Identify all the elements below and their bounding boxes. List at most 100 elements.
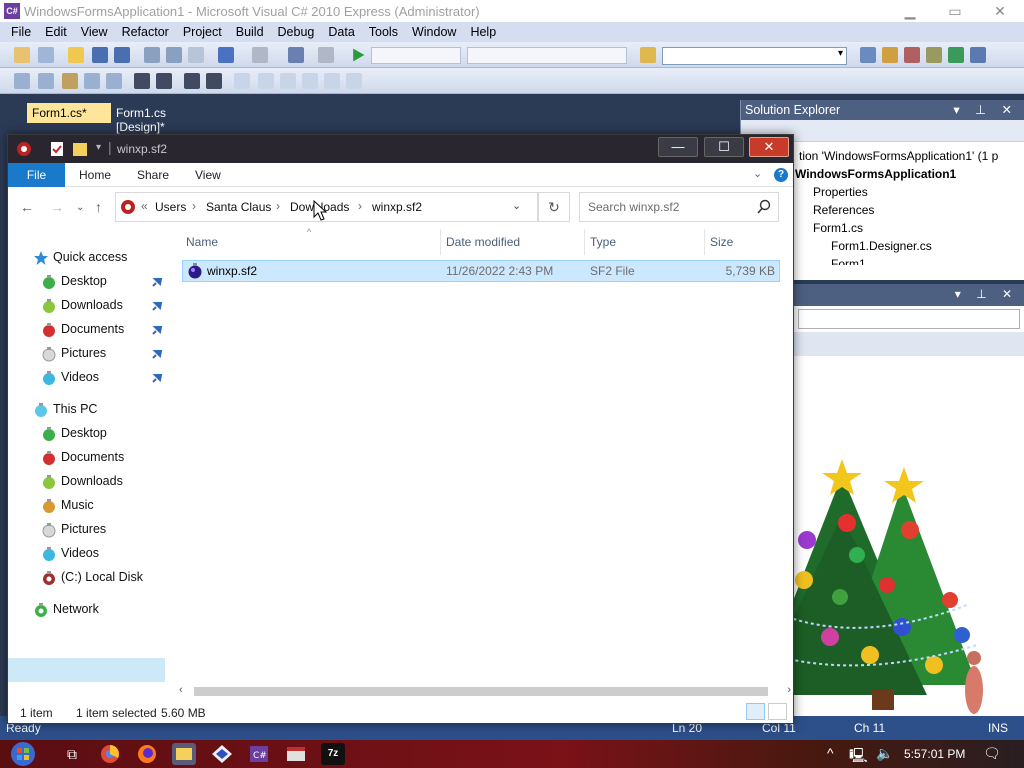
- breadcrumb-winxp-sf2[interactable]: winxp.sf2: [372, 200, 422, 214]
- scroll-right-arrow-icon[interactable]: ›: [787, 684, 791, 696]
- network-tray-icon[interactable]: 🖳: [849, 745, 868, 768]
- vs-menu-refactor[interactable]: Refactor: [115, 25, 176, 39]
- toolbox-icon[interactable]: [926, 47, 942, 63]
- explorer-maximize-button[interactable]: ☐: [704, 137, 744, 157]
- forward-arrow-icon[interactable]: →: [50, 199, 64, 215]
- ribbon-tab-view[interactable]: View: [181, 163, 235, 187]
- column-divider[interactable]: [704, 229, 705, 255]
- visual-csharp-taskbar-icon[interactable]: C#: [247, 743, 271, 765]
- 7zip-icon[interactable]: 7z: [321, 743, 345, 765]
- clear-bookmarks-icon[interactable]: [346, 73, 362, 89]
- breadcrumb-santa-claus[interactable]: Santa Claus: [206, 200, 271, 214]
- save-all-icon[interactable]: [114, 47, 130, 63]
- vs-find-combo[interactable]: ▾: [662, 47, 847, 65]
- search-box[interactable]: Search winxp.sf2: [579, 192, 779, 222]
- app-diamond-icon[interactable]: [210, 743, 234, 765]
- explorer-minimize-button[interactable]: —: [658, 137, 698, 157]
- pin-icon[interactable]: [150, 371, 164, 385]
- properties-quick-icon[interactable]: [49, 141, 65, 157]
- start-button-icon[interactable]: [8, 740, 38, 768]
- platform-combo[interactable]: [467, 47, 627, 64]
- horizontal-scrollbar[interactable]: ‹ ›: [174, 683, 791, 701]
- nav-quick-downloads[interactable]: Downloads: [41, 295, 166, 317]
- properties-panel-controls[interactable]: ▾ ⊥ ✕: [955, 287, 1018, 301]
- breadcrumb-overflow[interactable]: «: [141, 199, 148, 213]
- bookmark-icon[interactable]: [234, 73, 250, 89]
- navigate-forward-icon[interactable]: [318, 47, 334, 63]
- new-folder-quick-icon[interactable]: [72, 141, 88, 157]
- large-icons-view-icon[interactable]: [768, 703, 787, 720]
- vs-menu-file[interactable]: File: [4, 25, 38, 39]
- vs-menu-help[interactable]: Help: [463, 25, 503, 39]
- firefox-icon[interactable]: [135, 743, 159, 765]
- vs-menu-project[interactable]: Project: [176, 25, 229, 39]
- parameter-info-icon[interactable]: [38, 73, 54, 89]
- nav-quick-documents[interactable]: Documents: [41, 319, 166, 341]
- action-center-icon[interactable]: 🗨: [983, 745, 1001, 762]
- column-header-date-modified[interactable]: Date modified: [446, 235, 520, 249]
- ribbon-tab-file[interactable]: File: [8, 163, 65, 187]
- file-row[interactable]: winxp.sf2 11/26/2022 2:43 PM SF2 File 5,…: [182, 260, 780, 282]
- project-row[interactable]: WindowsFormsApplication1: [795, 167, 956, 181]
- tab-form1-design[interactable]: Form1.cs [Design]*: [111, 103, 221, 134]
- next-bookmark-icon[interactable]: [280, 73, 296, 89]
- column-header-name[interactable]: Name: [186, 235, 218, 249]
- new-project-icon[interactable]: [14, 47, 30, 63]
- uncomment-icon[interactable]: [206, 73, 222, 89]
- navigate-back-icon[interactable]: [288, 47, 304, 63]
- details-view-icon[interactable]: [746, 703, 765, 720]
- quick-access-dropdown-icon[interactable]: ▾: [96, 142, 101, 153]
- address-history-dropdown-icon[interactable]: ⌄: [512, 199, 521, 212]
- outdent-icon[interactable]: [156, 73, 172, 89]
- scroll-left-arrow-icon[interactable]: ‹: [179, 684, 183, 696]
- horizontal-scroll-thumb[interactable]: [194, 687, 768, 696]
- vs-menu-tools[interactable]: Tools: [362, 25, 405, 39]
- vs-minimize-button[interactable]: ▁: [895, 2, 925, 20]
- vs-menu-data[interactable]: Data: [321, 25, 361, 39]
- column-divider[interactable]: [440, 229, 441, 255]
- ribbon-tab-home[interactable]: Home: [65, 163, 125, 187]
- expand-ribbon-chevron-icon[interactable]: ⌄: [753, 167, 762, 180]
- indent-icon[interactable]: [134, 73, 150, 89]
- properties-object-combo[interactable]: [798, 309, 1020, 329]
- recent-locations-chevron-icon[interactable]: ⌄: [76, 202, 84, 213]
- open-file-icon[interactable]: [68, 47, 84, 63]
- breadcrumb-users[interactable]: Users: [155, 200, 186, 214]
- form1-designer-row[interactable]: Form1.Designer.cs: [831, 239, 932, 253]
- breadcrumb-separator[interactable]: ›: [192, 199, 196, 213]
- solution-explorer-icon[interactable]: [860, 47, 876, 63]
- nav-quick-videos[interactable]: Videos: [41, 367, 166, 389]
- form1-row[interactable]: Form1.cs: [813, 221, 863, 235]
- complete-word-icon[interactable]: [84, 73, 100, 89]
- object-browser-icon[interactable]: [904, 47, 920, 63]
- explorer-close-button[interactable]: ✕: [749, 137, 789, 157]
- refresh-icon[interactable]: ↻: [538, 192, 570, 222]
- solution-row[interactable]: tion 'WindowsFormsApplication1' (1 p: [799, 149, 998, 163]
- nav-quick-pictures[interactable]: Pictures: [41, 343, 166, 365]
- pin-icon[interactable]: [150, 299, 164, 313]
- member-list-icon[interactable]: [14, 73, 30, 89]
- volume-tray-icon[interactable]: 🔈: [876, 745, 893, 762]
- ribbon-tab-share[interactable]: Share: [123, 163, 183, 187]
- chrome-icon[interactable]: [98, 743, 122, 765]
- up-arrow-icon[interactable]: ↑: [95, 199, 102, 215]
- find-in-files-icon[interactable]: [640, 47, 656, 63]
- vs-maximize-button[interactable]: ▭: [940, 2, 970, 20]
- copy-icon[interactable]: [166, 47, 182, 63]
- start-page-icon[interactable]: [948, 47, 964, 63]
- extension-manager-icon[interactable]: [970, 47, 986, 63]
- paste-icon[interactable]: [188, 47, 204, 63]
- app-window-icon[interactable]: [284, 743, 308, 765]
- vs-menu-window[interactable]: Window: [405, 25, 463, 39]
- pin-icon[interactable]: [150, 347, 164, 361]
- taskbar-clock[interactable]: 5:57:01 PM: [904, 747, 965, 761]
- panel-controls[interactable]: ▾ ⊥ ✕: [953, 102, 1018, 117]
- tab-form1-cs[interactable]: Form1.cs*: [27, 103, 111, 123]
- nav-quick-desktop[interactable]: Desktop: [41, 271, 166, 293]
- next-bookmark-folder-icon[interactable]: [324, 73, 340, 89]
- references-row[interactable]: References: [813, 203, 874, 217]
- task-view-icon[interactable]: ⧉: [60, 743, 84, 765]
- pin-icon[interactable]: [150, 323, 164, 337]
- vs-close-button[interactable]: ✕: [985, 2, 1015, 20]
- search-icon[interactable]: [756, 199, 772, 215]
